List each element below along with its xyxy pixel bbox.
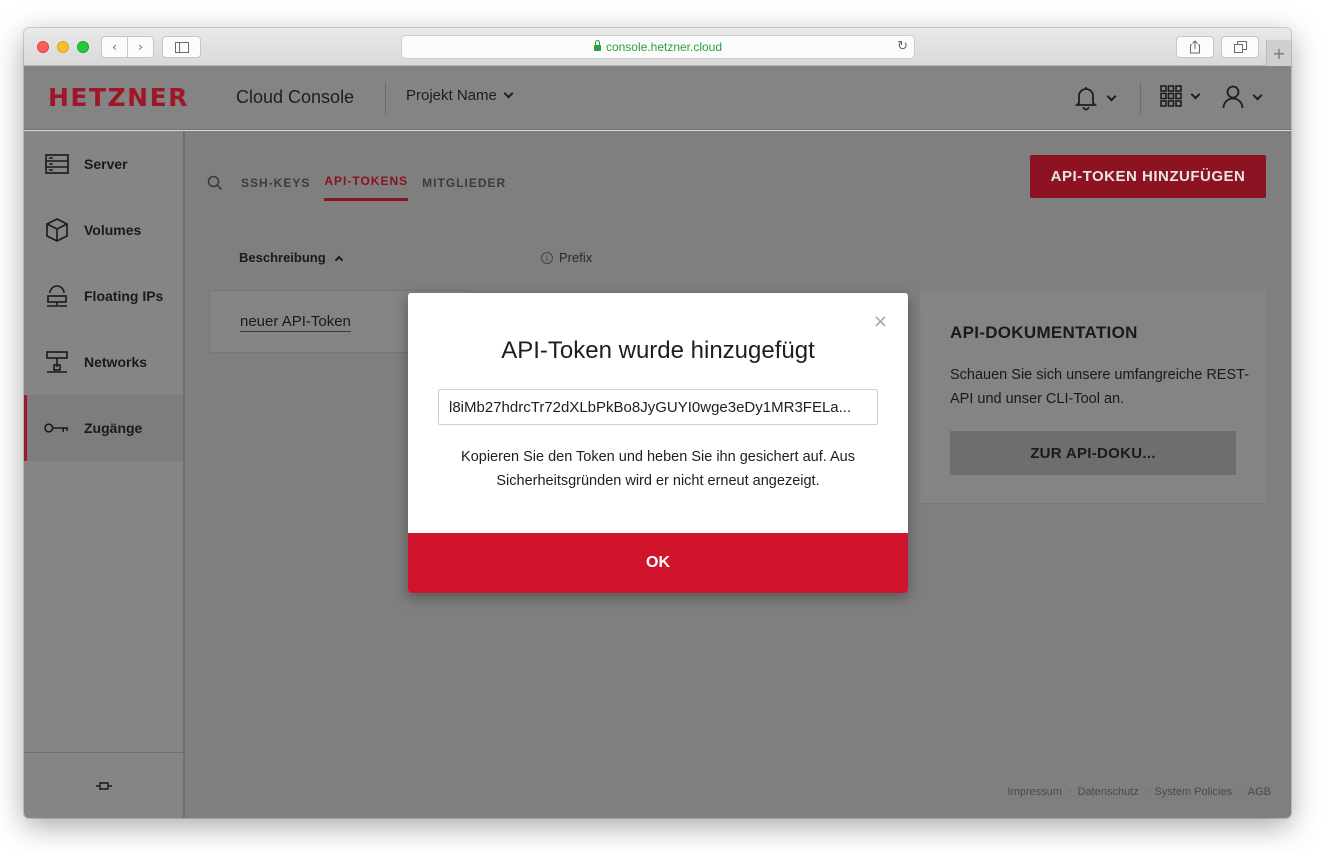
chevron-down-icon	[503, 88, 514, 99]
sort-ascending-icon	[334, 255, 343, 264]
pin-sidebar-button[interactable]	[24, 752, 183, 818]
reload-button[interactable]: ↻	[897, 39, 908, 54]
sidebar-item-label: Networks	[84, 354, 148, 370]
lock-icon	[593, 40, 601, 51]
share-icon	[1190, 40, 1200, 54]
tab-api-tokens[interactable]: API-TOKENS	[324, 174, 409, 201]
address-bar[interactable]: console.hetzner.cloud ↻	[401, 35, 915, 59]
chevron-down-icon	[1190, 89, 1201, 99]
sidebar-item-floating-ips[interactable]: Floating IPs	[24, 263, 183, 329]
tabs-overview-button[interactable]	[1221, 36, 1259, 58]
column-label: Prefix	[559, 250, 593, 265]
tab-mitglieder[interactable]: MITGLIEDER	[422, 176, 506, 200]
sidebar: Server Volumes Floating IPs Networks Zug…	[24, 131, 185, 818]
app-name: Cloud Console	[236, 87, 355, 107]
apps-menu[interactable]	[1160, 85, 1201, 107]
project-selector[interactable]: Projekt Name	[406, 87, 514, 104]
footer-link-system-policies[interactable]: System Policies	[1154, 786, 1232, 798]
api-docs-card: API-DOKUMENTATION Schauen Sie sich unser…	[920, 291, 1266, 504]
sidebar-toggle-button[interactable]	[162, 36, 201, 58]
column-header-prefix: i Prefix	[541, 250, 592, 265]
fullscreen-window-button[interactable]	[77, 41, 89, 53]
dialog-message: Kopieren Sie den Token und heben Sie ihn…	[461, 449, 855, 489]
header-divider	[385, 82, 386, 114]
info-icon[interactable]: i	[541, 251, 553, 264]
tab-ssh-keys[interactable]: SSH-KEYS	[241, 176, 310, 200]
chevron-down-icon	[1252, 90, 1263, 100]
footer-links: Impressum · Datenschutz · System Policie…	[1008, 786, 1271, 798]
new-tab-button[interactable]: +	[1266, 40, 1291, 66]
doc-card-title: API-DOKUMENTATION	[950, 323, 1138, 342]
hetzner-logo[interactable]: HETZNER	[48, 83, 189, 112]
header-divider	[1140, 82, 1141, 114]
column-header-description[interactable]: Beschreibung	[239, 250, 343, 265]
notifications-menu[interactable]	[1074, 85, 1117, 111]
token-description[interactable]: neuer API-Token	[240, 313, 351, 332]
sidebar-item-server[interactable]: Server	[24, 131, 183, 197]
project-name: Projekt Name	[406, 87, 497, 104]
sidebar-item-label: Floating IPs	[84, 288, 164, 304]
footer-separator: ·	[1144, 786, 1149, 798]
sidebar-item-volumes[interactable]: Volumes	[24, 197, 183, 263]
grid-icon	[1160, 85, 1182, 107]
sidebar-item-networks[interactable]: Networks	[24, 329, 183, 395]
sidebar-item-label: Zugänge	[84, 420, 143, 436]
minimize-window-button[interactable]	[57, 41, 69, 53]
key-icon	[44, 416, 69, 441]
footer-separator: ·	[1067, 786, 1072, 798]
back-button[interactable]: ‹	[102, 37, 128, 57]
ok-button[interactable]: OK	[408, 533, 908, 593]
network-icon	[44, 350, 69, 375]
sidebar-icon	[174, 41, 189, 53]
dialog-title: API-Token wurde hinzugefügt	[501, 337, 815, 364]
sidebar-item-zugaenge[interactable]: Zugänge	[24, 395, 183, 461]
doc-card-text: Schauen Sie sich unsere umfangreiche RES…	[950, 367, 1250, 407]
bell-icon	[1074, 87, 1098, 111]
search-icon[interactable]	[207, 175, 223, 191]
url-text: console.hetzner.cloud	[605, 40, 723, 54]
chevron-down-icon	[1106, 91, 1117, 101]
add-api-token-button[interactable]: API-TOKEN HINZUFÜGEN	[1030, 155, 1266, 198]
user-icon	[1222, 85, 1244, 109]
volume-icon	[44, 218, 69, 243]
floating-ip-icon	[44, 284, 69, 309]
history-nav: ‹ ›	[101, 36, 154, 58]
footer-link-agb[interactable]: AGB	[1248, 786, 1271, 798]
footer-separator: ·	[1238, 786, 1242, 798]
api-docs-button[interactable]: ZUR API-DOKU...	[950, 431, 1236, 475]
server-icon	[44, 152, 69, 177]
column-label: Beschreibung	[239, 250, 326, 265]
browser-toolbar: ‹ › console.hetzner.cloud ↻ +	[24, 28, 1291, 66]
api-token-field[interactable]: l8iMb27hdrcTr72dXLbPkBo8JyGUYI0wge3eDy1M…	[438, 389, 878, 425]
tab-bar: SSH-KEYS API-TOKENS MITGLIEDER	[207, 169, 506, 201]
app-header: HETZNER Cloud Console Projekt Name	[24, 66, 1291, 130]
tabs-icon	[1233, 41, 1247, 53]
user-menu[interactable]	[1222, 85, 1263, 109]
forward-button[interactable]: ›	[128, 37, 153, 57]
sidebar-item-label: Volumes	[84, 222, 142, 238]
share-button[interactable]	[1176, 36, 1214, 58]
sidebar-item-label: Server	[84, 156, 128, 172]
token-created-dialog: × API-Token wurde hinzugefügt l8iMb27hdr…	[408, 293, 908, 593]
footer-link-impressum[interactable]: Impressum	[1008, 786, 1062, 798]
close-dialog-button[interactable]: ×	[873, 311, 888, 332]
pin-icon	[95, 781, 112, 790]
close-window-button[interactable]	[37, 41, 49, 53]
footer-link-datenschutz[interactable]: Datenschutz	[1078, 786, 1139, 798]
